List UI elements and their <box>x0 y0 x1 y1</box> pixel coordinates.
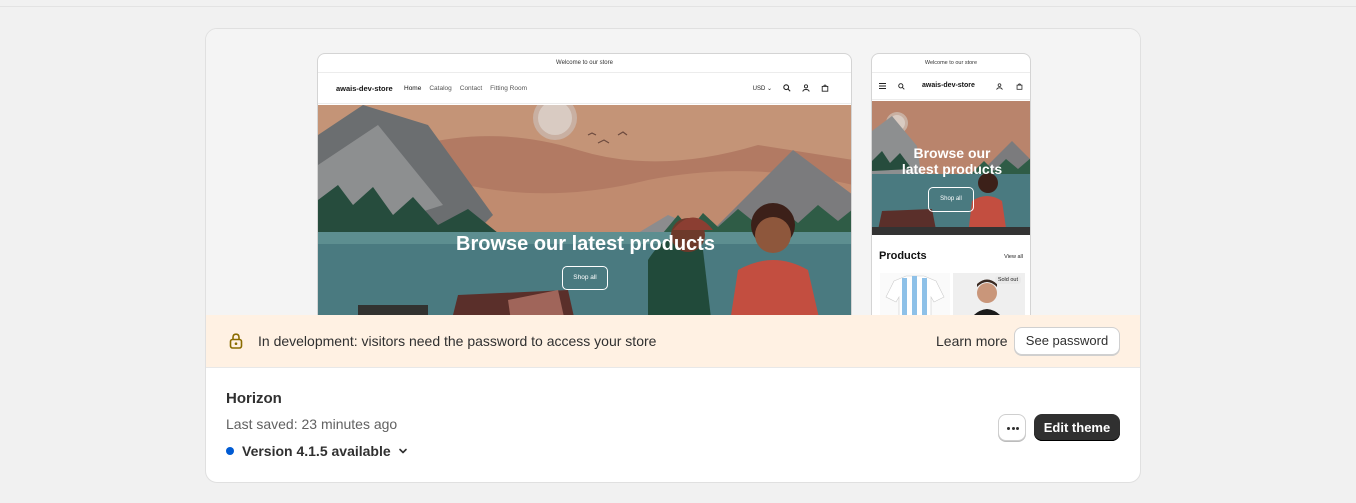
ellipsis-icon <box>1007 427 1010 430</box>
nav-fitting-room: Fitting Room <box>490 85 528 92</box>
development-banner: In development: visitors need the passwo… <box>206 315 1140 368</box>
announcement-bar: Welcome to our store <box>318 54 851 73</box>
mobile-store-header: awais-dev-store <box>872 73 1030 100</box>
cart-icon <box>821 84 829 92</box>
view-all-link: View all <box>1004 254 1023 260</box>
product-card-tshirt: Sold out <box>953 273 1025 315</box>
edit-theme-button[interactable]: Edit theme <box>1034 414 1120 441</box>
nav-contact: Contact <box>459 85 483 92</box>
header-actions: USD ⌄ <box>753 84 829 92</box>
products-heading: Products <box>879 250 927 262</box>
theme-name: Horizon <box>226 390 282 407</box>
mobile-hero-banner: Browse our latest products Shop all <box>872 101 1030 235</box>
hero-banner: Browse our latest products Shop all <box>318 96 851 315</box>
hero-title: Browse our latest products <box>456 233 715 255</box>
search-icon <box>898 83 905 90</box>
shop-all-button: Shop all <box>928 187 974 212</box>
product-card-jersey <box>880 273 950 315</box>
store-header: awais-dev-store Home Catalog Contact Fit… <box>318 73 851 104</box>
cart-icon <box>1016 83 1023 90</box>
theme-preview[interactable]: Welcome to our store awais-dev-store Hom… <box>206 29 1140 315</box>
menu-icon <box>879 83 886 89</box>
jersey-image <box>885 275 945 315</box>
more-actions-button[interactable] <box>998 414 1026 441</box>
lock-icon <box>229 333 243 349</box>
store-logo: awais-dev-store <box>922 82 975 89</box>
status-dot <box>226 447 234 455</box>
shop-all-button: Shop all <box>562 266 608 290</box>
see-password-button[interactable]: See password <box>1014 327 1120 355</box>
version-label: Version 4.1.5 available <box>242 443 391 459</box>
nav-home: Home <box>404 85 422 92</box>
account-icon <box>996 83 1003 90</box>
nav-catalog: Catalog <box>429 85 452 92</box>
hero-title: Browse our latest products <box>901 145 1003 177</box>
banner-message: In development: visitors need the passwo… <box>258 333 657 349</box>
sold-out-badge: Sold out <box>994 276 1021 284</box>
store-logo: awais-dev-store <box>336 84 393 93</box>
chevron-down-icon <box>398 448 407 454</box>
top-divider <box>0 6 1356 7</box>
desktop-preview: Welcome to our store awais-dev-store Hom… <box>317 53 852 315</box>
announcement-bar: Welcome to our store <box>872 54 1030 73</box>
account-icon <box>802 84 810 92</box>
currency-selector: USD ⌄ <box>752 85 772 92</box>
search-icon <box>783 84 791 92</box>
store-nav: Home Catalog Contact Fitting Room <box>404 85 527 92</box>
learn-more-link[interactable]: Learn more <box>936 333 1008 349</box>
mobile-preview: Welcome to our store awais-dev-store Bro… <box>871 53 1031 315</box>
version-dropdown[interactable]: Version 4.1.5 available <box>226 443 409 459</box>
theme-card: Welcome to our store awais-dev-store Hom… <box>205 28 1141 483</box>
last-saved: Last saved: 23 minutes ago <box>226 416 398 432</box>
